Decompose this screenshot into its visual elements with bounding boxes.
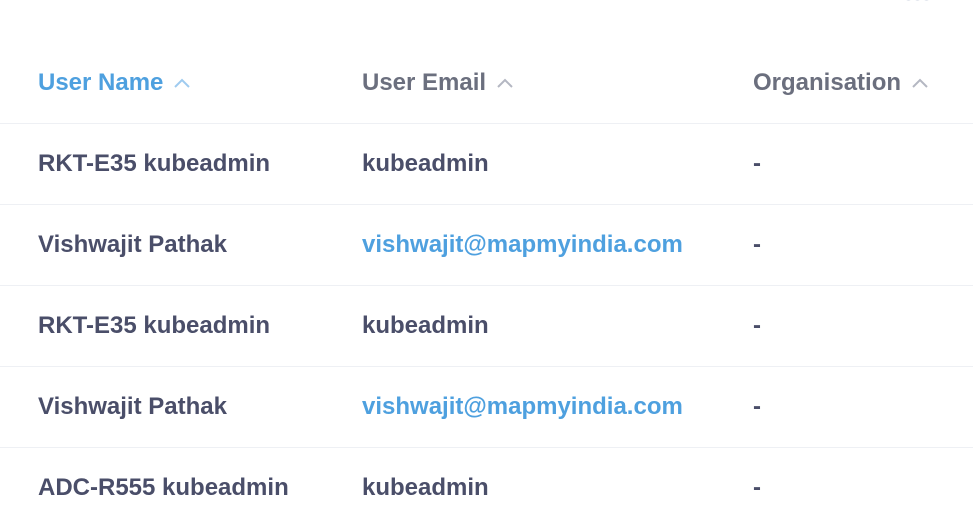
chevron-up-icon[interactable] [496,77,514,89]
organisation-cell: - [753,150,761,177]
table-row[interactable]: Vishwajit Pathak vishwajit@mapmyindia.co… [0,367,973,448]
column-header-label: Organisation [753,69,902,96]
organisation-cell: - [753,393,761,420]
table-header-row: User Name User Email Organisation [0,43,973,124]
column-header-label: User Name [38,69,164,96]
table-row[interactable]: RKT-E35 kubeadmin kubeadmin - [0,286,973,367]
more-options-dot [915,0,920,1]
column-header-label: User Email [362,69,487,96]
user-email-cell: kubeadmin [362,474,489,501]
organisation-cell: - [753,231,761,258]
column-header-organisation[interactable]: Organisation [753,69,929,97]
user-name-cell: RKT-E35 kubeadmin [38,312,271,339]
user-name-cell: Vishwajit Pathak [38,231,227,258]
column-header-user-name[interactable]: User Name [38,69,191,97]
users-table: User Name User Email Organisation RKT-E3… [0,43,973,528]
chevron-up-icon[interactable] [173,77,191,89]
table-row[interactable]: Vishwajit Pathak vishwajit@mapmyindia.co… [0,205,973,286]
organisation-cell: - [753,474,761,501]
table-row[interactable]: RKT-E35 kubeadmin kubeadmin - [0,124,973,205]
user-email-link[interactable]: vishwajit@mapmyindia.com [362,393,683,421]
chevron-up-icon[interactable] [911,77,929,89]
user-email-link[interactable]: vishwajit@mapmyindia.com [362,231,683,259]
table-row[interactable]: ADC-R555 kubeadmin kubeadmin - [0,448,973,528]
user-name-cell: ADC-R555 kubeadmin [38,474,289,501]
user-email-cell: kubeadmin [362,312,489,339]
more-options-dot [906,0,911,1]
user-name-cell: RKT-E35 kubeadmin [38,150,271,177]
user-email-cell: kubeadmin [362,150,489,177]
user-name-cell: Vishwajit Pathak [38,393,227,420]
organisation-cell: - [753,312,761,339]
more-options-dot [924,0,929,1]
column-header-user-email[interactable]: User Email [362,69,514,97]
more-options-icon[interactable] [906,0,929,1]
